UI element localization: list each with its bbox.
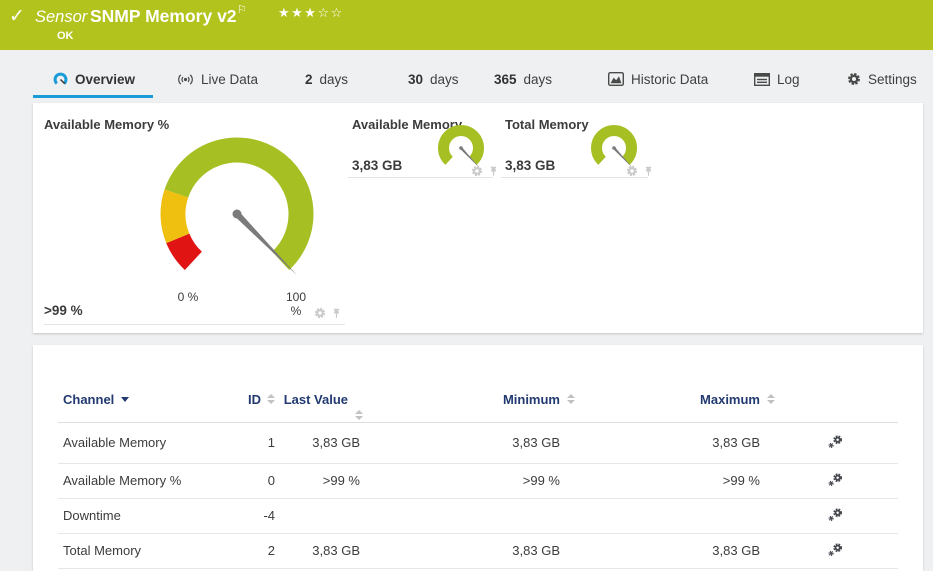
channel-minimum: 3,83 GB <box>363 422 563 463</box>
tab-label: days <box>524 72 553 87</box>
tab-2-days[interactable]: 2 days <box>305 64 348 94</box>
col-header-label: Maximum <box>700 392 760 407</box>
tab-overview[interactable]: Overview <box>53 64 135 94</box>
active-tab-underline <box>33 95 153 98</box>
col-header-channel[interactable]: Channel <box>58 375 218 422</box>
flag-icon[interactable]: ⚐ <box>237 3 247 16</box>
channel-name[interactable]: Available Memory <box>58 422 218 463</box>
table-header-row: Channel ID Last Value Minimum Maximum <box>58 375 898 422</box>
col-header-label: Channel <box>63 392 114 407</box>
pin-icon[interactable] <box>331 308 342 319</box>
tab-log[interactable]: Log <box>754 64 800 94</box>
divider <box>44 324 345 325</box>
channel-name[interactable]: Total Memory <box>58 533 218 568</box>
channel-minimum: >99 % <box>363 463 563 498</box>
tab-365-days[interactable]: 365 days <box>494 64 552 94</box>
table-row: Total Memory 2 3,83 GB 3,83 GB 3,83 GB <box>58 533 898 568</box>
table-row: Available Memory 1 3,83 GB 3,83 GB 3,83 … <box>58 422 898 463</box>
gauge-min-label: 0 % <box>173 290 203 304</box>
tab-live-data[interactable]: Live Data <box>177 64 258 94</box>
divider <box>348 177 493 178</box>
col-header-label: Last Value <box>284 392 348 407</box>
sort-caret-icon <box>121 397 129 402</box>
channel-maximum <box>563 498 763 533</box>
channel-minimum <box>363 498 563 533</box>
channel-id: 1 <box>218 422 278 463</box>
channel-id: 2 <box>218 533 278 568</box>
gauge-settings-gear-icon[interactable] <box>471 165 483 177</box>
gauge-icon <box>53 72 68 87</box>
gauge-max-label: 100 % <box>279 290 313 318</box>
channel-id: -4 <box>218 498 278 533</box>
tab-number: 30 <box>408 72 423 87</box>
tab-label: Live Data <box>201 72 258 87</box>
channel-last-value: 3,83 GB <box>278 422 363 463</box>
channel-last-value: 3,83 GB <box>278 533 363 568</box>
status-badge: OK <box>57 30 74 42</box>
divider <box>501 177 648 178</box>
prtg-sensor-page: ✓ Sensor SNMP Memory v2 ⚐ ★★★☆☆ OK Overv… <box>0 0 933 571</box>
channel-name[interactable]: Downtime <box>58 498 218 533</box>
sort-icon[interactable] <box>267 394 275 404</box>
table-row: Downtime -4 <box>58 498 898 533</box>
channel-settings-icon[interactable] <box>827 542 843 560</box>
tab-label: days <box>430 72 459 87</box>
channel-settings-icon[interactable] <box>827 434 843 452</box>
channel-settings-icon[interactable] <box>827 507 843 525</box>
stars-filled: ★★★ <box>278 6 317 21</box>
gauge-value: 3,83 GB <box>505 158 555 173</box>
tab-label: Overview <box>75 72 135 87</box>
gauges-panel: Available Memory % 0 % 100 % >99 % Avail… <box>33 103 923 333</box>
area-chart-icon <box>608 72 624 86</box>
col-header-maximum[interactable]: Maximum <box>563 375 763 422</box>
channel-last-value: >99 % <box>278 463 363 498</box>
tab-settings[interactable]: Settings <box>847 64 917 94</box>
sensor-title: SNMP Memory v2 <box>90 6 237 27</box>
tab-label: days <box>320 72 349 87</box>
sensor-header: ✓ Sensor SNMP Memory v2 ⚐ ★★★☆☆ OK <box>0 0 933 50</box>
channel-id: 0 <box>218 463 278 498</box>
tab-30-days[interactable]: 30 days <box>408 64 459 94</box>
col-header-id[interactable]: ID <box>218 375 278 422</box>
gauge-value: >99 % <box>44 303 83 318</box>
stars-empty: ☆☆ <box>317 6 343 21</box>
channel-maximum: 3,83 GB <box>563 533 763 568</box>
col-header-last-value[interactable]: Last Value <box>278 375 363 422</box>
priority-stars[interactable]: ★★★☆☆ <box>278 6 344 21</box>
channel-settings-icon[interactable] <box>827 472 843 490</box>
tab-number: 2 <box>305 72 313 87</box>
channel-minimum: 3,83 GB <box>363 533 563 568</box>
pin-icon[interactable] <box>643 166 654 177</box>
gauge-settings-gear-icon[interactable] <box>626 165 638 177</box>
tab-bar: Overview Live Data 2 days 30 days 365 da… <box>0 50 933 100</box>
channel-name[interactable]: Available Memory % <box>58 463 218 498</box>
tab-number: 365 <box>494 72 517 87</box>
tab-label: Log <box>777 72 800 87</box>
gauge-value: 3,83 GB <box>352 158 402 173</box>
status-ok-check-icon: ✓ <box>9 5 25 27</box>
tab-label: Settings <box>868 72 917 87</box>
channel-maximum: >99 % <box>563 463 763 498</box>
col-header-label: ID <box>248 392 261 407</box>
gauge-settings-gear-icon[interactable] <box>314 307 326 319</box>
channel-last-value <box>278 498 363 533</box>
available-memory-percent-gauge <box>134 118 344 318</box>
log-list-icon <box>754 73 770 86</box>
channel-maximum: 3,83 GB <box>563 422 763 463</box>
gauge-title: Total Memory <box>505 117 589 132</box>
pin-icon[interactable] <box>488 166 499 177</box>
channels-table: Channel ID Last Value Minimum Maximum Av… <box>58 375 898 569</box>
sort-icon[interactable] <box>355 410 363 420</box>
col-header-minimum[interactable]: Minimum <box>363 375 563 422</box>
col-header-label: Minimum <box>503 392 560 407</box>
broadcast-icon <box>177 73 194 86</box>
channels-panel: Channel ID Last Value Minimum Maximum Av… <box>33 345 923 571</box>
tab-historic-data[interactable]: Historic Data <box>608 64 708 94</box>
tab-label: Historic Data <box>631 72 708 87</box>
object-type-label: Sensor <box>35 8 87 27</box>
col-header-actions <box>763 375 898 422</box>
table-row: Available Memory % 0 >99 % >99 % >99 % <box>58 463 898 498</box>
gear-icon <box>847 72 861 86</box>
